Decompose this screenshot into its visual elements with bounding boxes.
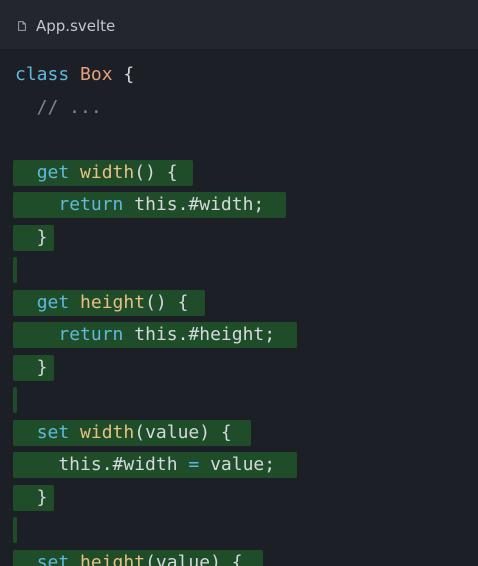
code-line-text: get width() { [15, 157, 178, 190]
code-line: // ... [0, 92, 478, 125]
code-line: get width() { [0, 157, 478, 190]
code-token: { [112, 64, 135, 85]
code-token: (value) { [134, 421, 232, 443]
code-token: height [80, 291, 146, 313]
code-token: // ... [15, 96, 102, 118]
code-token: set [36, 551, 70, 566]
code-token: width [80, 161, 135, 183]
code-line: return this.#width; [0, 189, 478, 222]
code-line: get height() { [0, 287, 478, 320]
code-token: () { [134, 161, 178, 183]
code-line-text: } [15, 352, 48, 385]
code-line-text: return this.#height; [15, 319, 275, 352]
code-token: get [36, 291, 70, 313]
code-token: return [58, 194, 124, 215]
code-line-text: // ... [15, 92, 102, 125]
code-line-text: return this.#width; [15, 189, 264, 222]
code-line: class Box { [0, 59, 478, 92]
code-line-text: this.#width = value; [15, 449, 275, 482]
code-line-text: } [15, 482, 48, 515]
code-token: width [80, 421, 135, 443]
code-line [0, 514, 478, 547]
added-line-highlight [13, 517, 17, 543]
code-token: this.#width [15, 454, 189, 475]
code-editor-panel: App.svelte class Box { // ... get width(… [0, 0, 478, 566]
added-line-highlight [13, 257, 17, 283]
file-icon [18, 21, 26, 31]
code-line: set width(value) { [0, 417, 478, 450]
file-tab-bar: App.svelte [0, 0, 478, 50]
code-token: height [80, 551, 146, 566]
code-line: this.#width = value; [0, 449, 478, 482]
code-token: this.#height; [123, 324, 276, 345]
code-token: Box [80, 64, 113, 85]
code-line [0, 254, 478, 287]
code-token: value; [199, 454, 276, 475]
code-line-text: set width(value) { [15, 417, 232, 450]
added-line-highlight [13, 387, 17, 413]
code-line: set height(value) { [0, 547, 478, 566]
code-token: (value) { [145, 551, 243, 566]
code-line-text: } [15, 222, 48, 255]
file-name[interactable]: App.svelte [36, 15, 115, 37]
code-line-text: class Box { [15, 59, 134, 92]
code-token: () { [145, 291, 189, 313]
code-line-text: set height(value) { [15, 547, 243, 566]
code-token: get [36, 161, 70, 183]
code-token: return [58, 324, 124, 345]
code-area[interactable]: class Box { // ... get width() { return … [0, 59, 478, 566]
code-line: } [0, 352, 478, 385]
code-token: = [188, 454, 200, 475]
code-line: } [0, 482, 478, 515]
code-token: this.#width; [123, 194, 265, 215]
code-line [0, 384, 478, 417]
code-line: } [0, 222, 478, 255]
code-line: return this.#height; [0, 319, 478, 352]
code-token: set [36, 421, 70, 443]
code-token: } [15, 226, 48, 248]
code-line-text: get height() { [15, 287, 189, 320]
code-token: } [15, 486, 48, 508]
code-token: } [15, 356, 48, 378]
code-token: class [15, 64, 70, 85]
